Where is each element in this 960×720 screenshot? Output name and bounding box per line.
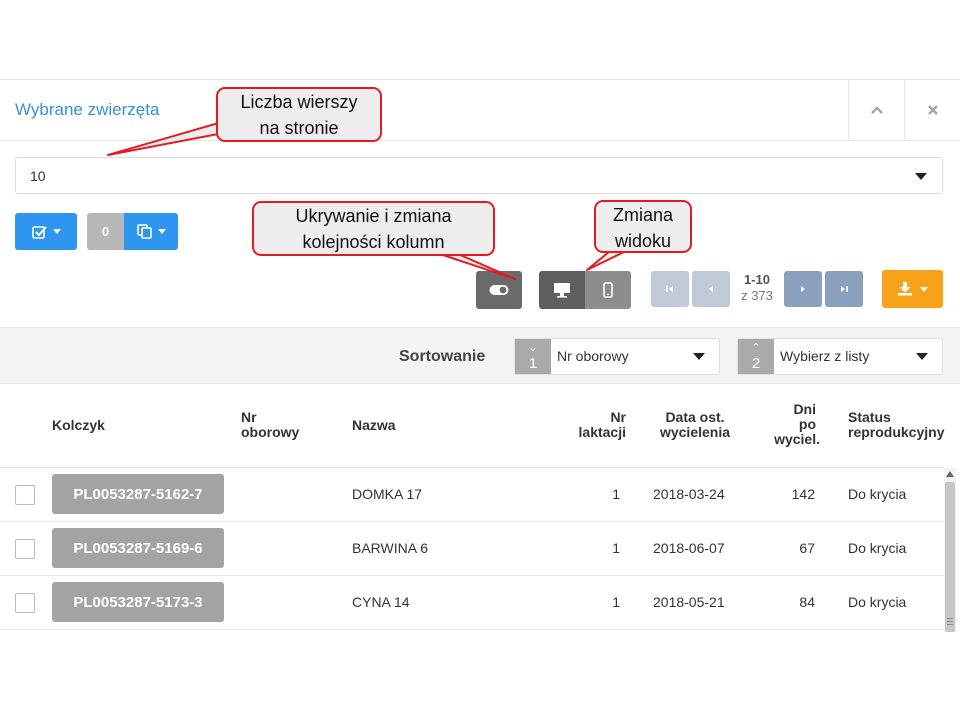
table-row[interactable]: PL0053287-5173-3 CYNA 14 1 2018-05-21 84… xyxy=(0,576,944,630)
cell-calving-date: 2018-03-24 xyxy=(653,486,725,502)
column-header-nr-laktacji[interactable]: Nr laktacji xyxy=(566,410,626,440)
checkbox-icon xyxy=(31,225,47,239)
column-header-kolczyk[interactable]: Kolczyk xyxy=(52,418,105,433)
pagination-range: 1-10 xyxy=(743,272,771,287)
caret-down-icon xyxy=(157,229,166,234)
mobile-view-button[interactable] xyxy=(585,271,631,309)
caret-down-icon xyxy=(920,286,928,292)
panel-title: Wybrane zwierzęta xyxy=(15,100,160,119)
chevron-down-icon: ⌄ xyxy=(528,342,538,354)
export-button[interactable] xyxy=(882,270,943,308)
grip-icon xyxy=(947,618,953,625)
cell-lactation: 1 xyxy=(612,540,620,556)
pagination-info: 1-10 z 373 xyxy=(733,272,781,304)
last-page-icon xyxy=(841,286,848,292)
cell-lactation: 1 xyxy=(612,594,620,610)
sort-label: Sortowanie xyxy=(399,348,486,365)
scroll-up-icon[interactable] xyxy=(946,471,954,477)
callout-view: Zmiana widoku xyxy=(594,200,692,253)
desktop-view-button[interactable] xyxy=(539,271,585,309)
chevron-down-icon xyxy=(915,173,927,180)
table-row[interactable]: PL0053287-5169-6 BARWINA 6 1 2018-06-07 … xyxy=(0,522,944,576)
cell-days-after-calving: 142 xyxy=(791,486,815,502)
chevron-down-icon xyxy=(693,353,705,360)
close-icon xyxy=(927,105,938,115)
prev-page-button[interactable] xyxy=(692,271,730,307)
download-icon xyxy=(898,282,912,296)
pagination-total: z 373 xyxy=(741,288,773,303)
copy-button[interactable] xyxy=(124,213,178,250)
last-page-button[interactable] xyxy=(825,271,863,307)
chevron-up-icon xyxy=(870,106,883,114)
first-page-icon xyxy=(666,286,673,292)
sort-select-2[interactable]: ⌃ 2 Wybierz z listy xyxy=(737,338,943,375)
cell-calving-date: 2018-05-21 xyxy=(653,594,725,610)
monitor-icon xyxy=(554,283,570,298)
column-header-data-wycielenia[interactable]: Data ost. wycielenia xyxy=(650,410,740,440)
next-page-icon xyxy=(801,286,805,292)
sort-bar: Sortowanie ⌄ 1 Nr oborowy ⌃ 2 Wybierz z … xyxy=(0,327,960,384)
cell-name: DOMKA 17 xyxy=(352,486,423,502)
row-checkbox[interactable] xyxy=(15,539,35,559)
row-checkbox[interactable] xyxy=(15,593,35,613)
cell-status: Do krycia xyxy=(848,540,907,556)
collapse-panel-button[interactable] xyxy=(848,80,904,140)
cell-days-after-calving: 84 xyxy=(799,594,815,610)
chevron-down-icon xyxy=(916,353,928,360)
sort-select-1[interactable]: ⌄ 1 Nr oborowy xyxy=(514,338,720,375)
cell-days-after-calving: 67 xyxy=(799,540,815,556)
chevron-up-icon: ⌃ xyxy=(751,342,761,354)
selected-count-badge: 0 xyxy=(87,213,124,250)
sort-select-value: Wybierz z listy xyxy=(780,348,870,364)
table-row[interactable]: PL0053287-5162-7 DOMKA 17 1 2018-03-24 1… xyxy=(0,468,944,522)
next-page-button[interactable] xyxy=(784,271,822,307)
first-page-button[interactable] xyxy=(651,271,689,307)
column-header-nr-oborowy[interactable]: Nr oborowy xyxy=(241,410,299,440)
callout-columns: Ukrywanie i zmiana kolejności kolumn xyxy=(252,201,495,256)
rows-per-page-select[interactable]: 10 xyxy=(15,157,943,194)
rows-per-page-value: 10 xyxy=(30,168,46,184)
cell-lactation: 1 xyxy=(612,486,620,502)
column-header-nazwa[interactable]: Nazwa xyxy=(352,418,396,433)
cell-name: BARWINA 6 xyxy=(352,540,428,556)
column-header-status[interactable]: Status reprodukcyjny xyxy=(848,410,944,440)
phone-icon xyxy=(603,282,613,298)
prev-page-icon xyxy=(709,286,713,292)
table-scrollbar[interactable] xyxy=(944,468,956,632)
toggle-columns-button[interactable] xyxy=(476,271,522,309)
sort-direction-toggle[interactable]: ⌃ 2 xyxy=(738,339,774,374)
copy-icon xyxy=(136,224,152,239)
row-checkbox[interactable] xyxy=(15,485,35,505)
select-all-button[interactable] xyxy=(15,213,77,250)
close-panel-button[interactable] xyxy=(904,80,960,140)
cell-name: CYNA 14 xyxy=(352,594,410,610)
caret-down-icon xyxy=(52,229,61,234)
cell-status: Do krycia xyxy=(848,486,907,502)
view-switcher xyxy=(539,271,631,309)
ear-tag-badge[interactable]: PL0053287-5169-6 xyxy=(52,528,224,568)
panel-header: Wybrane zwierzęta xyxy=(0,80,960,141)
callout-rows-per-page: Liczba wierszy na stronie xyxy=(216,87,382,142)
ear-tag-badge[interactable]: PL0053287-5162-7 xyxy=(52,474,224,514)
cell-status: Do krycia xyxy=(848,594,907,610)
sort-select-value: Nr oborowy xyxy=(557,348,629,364)
scroll-thumb[interactable] xyxy=(945,482,955,632)
sort-direction-toggle[interactable]: ⌄ 1 xyxy=(515,339,551,374)
toggle-icon xyxy=(489,285,509,295)
cell-calving-date: 2018-06-07 xyxy=(653,540,725,556)
ear-tag-badge[interactable]: PL0053287-5173-3 xyxy=(52,582,224,622)
column-header-dni-po-wycieleniu[interactable]: Dni po wyciel. xyxy=(760,402,820,447)
